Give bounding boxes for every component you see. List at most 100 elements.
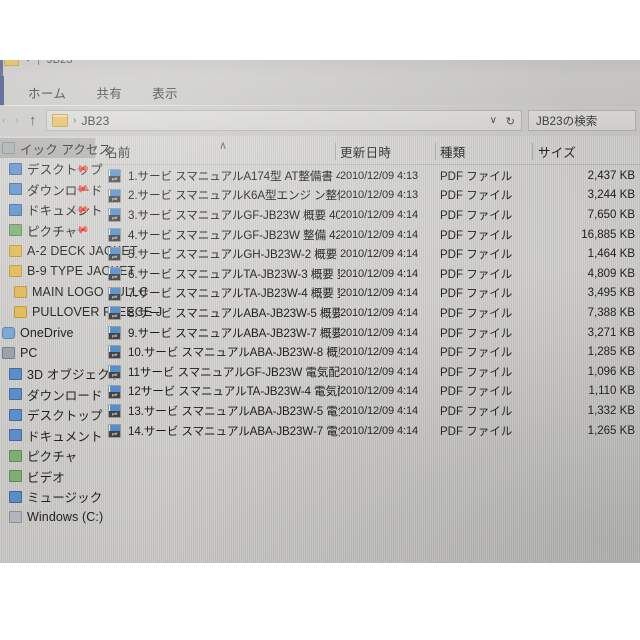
file-name[interactable]: 2.サービ スマニュアルK6A型エンジ ン整備書 44-70G1... (128, 186, 340, 206)
table-row[interactable]: pdf 1.サービ スマニュアルA174型 AT整備書 44-22G10...20… (95, 166, 640, 186)
table-row[interactable]: pdf 12サービ スマニュアルTA-JB23W-4 電気配線図集 ...2010… (95, 382, 640, 402)
refresh-icon[interactable]: ↻ (506, 115, 515, 128)
file-size: 1,464 KB (587, 248, 635, 261)
sidebar-item-11[interactable]: 3D オブジェクト (0, 364, 122, 384)
sidebar-item-7[interactable]: MAIN LOGO PULLC (0, 282, 148, 302)
table-row[interactable]: pdf 11サービ スマニュアルGF-JB23W 電気配線図集 43...2010… (95, 362, 640, 382)
file-list[interactable]: pdf 1.サービ スマニュアルA174型 AT整備書 44-22G10... 20… (95, 166, 640, 496)
file-name[interactable]: 10.サービ スマニュアルABA-JB23W-8 概要 整備 追... (128, 342, 340, 362)
downloads-icon (9, 183, 22, 195)
file-type: PDF ファイル (440, 307, 513, 320)
file-name[interactable]: 7.サービ スマニュアルTA-JB23W-4 概要 整備 追補... (128, 284, 340, 304)
file-name[interactable]: 4.サービ スマニュアルGF-JB23W 整備 42-81AH0.p (128, 225, 340, 245)
forward-button[interactable]: › (15, 115, 19, 127)
file-name[interactable]: 9.サービ スマニュアルABA-JB23W-7 概要 整備 追... (128, 323, 340, 343)
sidebar-item-label: ピクチャ (27, 450, 78, 464)
file-type: PDF ファイル (440, 170, 513, 183)
search-input[interactable]: JB23の検索 (528, 110, 636, 131)
tab-view[interactable]: 表示 (138, 80, 194, 105)
file-size: 1,332 KB (587, 404, 635, 417)
back-button[interactable]: ‹ (2, 115, 6, 127)
table-row[interactable]: pdf 3.サービ スマニュアルGF-JB23W 概要 40-81AH0.p201… (95, 205, 640, 225)
sidebar-item-10[interactable]: PC (0, 343, 95, 363)
table-row[interactable]: pdf 2.サービ スマニュアルK6A型エンジ ン整備書 44-70G1...20… (95, 186, 640, 206)
pdf-file-icon: pdf (108, 267, 121, 281)
breadcrumb[interactable]: JB23 (81, 114, 109, 128)
sidebar-item-12[interactable]: ダウンロード (0, 384, 103, 404)
sidebar-item-label: ダウンロード (27, 183, 103, 198)
file-type: PDF ファイル (440, 425, 513, 438)
navigation-pane[interactable]: イック アクセスデスクトップ 📌 ダウンロード 📌 ドキュメント 📌 ピクチャ 📌 A-2 DE… (0, 138, 162, 563)
column-header-date[interactable]: 更新日時 (340, 138, 391, 164)
file-size: 4,809 KB (587, 267, 635, 280)
table-row[interactable]: pdf 6.サービ スマニュアルTA-JB23W-3 概要 整備 追補...201… (95, 264, 640, 284)
breadcrumb-separator-icon: › (73, 115, 77, 126)
sidebar-item-9[interactable]: OneDrive (0, 323, 95, 343)
sidebar-item-16[interactable]: ビデオ (0, 466, 95, 486)
sidebar-item-2[interactable]: ダウンロード 📌 (0, 179, 103, 199)
file-type: PDF ファイル (440, 366, 513, 379)
tab-home[interactable]: ホーム (14, 80, 82, 105)
table-row[interactable]: pdf 9.サービ スマニュアルABA-JB23W-7 概要 整備 追...201… (95, 323, 640, 343)
sidebar-item-14[interactable]: ドキュメント (0, 425, 103, 445)
sidebar-item-8[interactable]: PULLOVER FLEECE J (0, 302, 162, 322)
table-row[interactable]: pdf 13.サービ スマニュアルABA-JB23W-5 電気配線図...2010… (95, 401, 640, 421)
file-name[interactable]: 6.サービ スマニュアルTA-JB23W-3 概要 整備 追補... (128, 264, 340, 284)
table-row[interactable]: pdf 14.サービ スマニュアルABA-JB23W-7 電気配線図...2010… (95, 421, 640, 441)
sidebar-item-6[interactable]: B-9 TYPE JACKET (0, 261, 135, 281)
sidebar-item-15[interactable]: ピクチャ (0, 446, 95, 466)
pdf-file-icon: pdf (108, 188, 121, 203)
quick-access-toolbar[interactable]: ▾ | JB23 (0, 60, 640, 76)
table-row[interactable]: pdf 4.サービ スマニュアルGF-JB23W 整備 42-81AH0.p201… (95, 225, 640, 245)
ribbon-tab-bar[interactable]: ホーム 共有 表示 (0, 76, 640, 106)
sidebar-item-3[interactable]: ドキュメント 📌 (0, 200, 103, 220)
file-name[interactable]: 12サービ スマニュアルTA-JB23W-4 電気配線図集 ... (128, 382, 340, 402)
tab-share[interactable]: 共有 (82, 80, 138, 105)
table-row[interactable]: pdf 7.サービ スマニュアルTA-JB23W-4 概要 整備 追補...201… (95, 284, 640, 304)
sidebar-item-label: イック アクセス (20, 142, 112, 157)
pdf-file-icon: pdf (108, 325, 121, 340)
table-row[interactable]: pdf 8.サービ スマニュアルABA-JB23W-5 概要 整備 追...201… (95, 303, 640, 323)
file-modified-date: 2010/12/09 4:14 (340, 228, 419, 241)
sidebar-item-label: ミュージック (27, 491, 103, 505)
file-modified-date: 2010/12/09 4:14 (340, 424, 419, 437)
folder-icon (4, 60, 19, 66)
pdf-file-icon: pdf (108, 404, 121, 419)
sidebar-item-1[interactable]: デスクトップ 📌 (0, 159, 103, 179)
file-size: 2,437 KB (587, 169, 635, 182)
file-type: PDF ファイル (440, 229, 513, 242)
star-icon (2, 142, 15, 154)
file-modified-date: 2010/12/09 4:14 (340, 365, 419, 378)
file-name[interactable]: 8.サービ スマニュアルABA-JB23W-5 概要 整備 追... (128, 303, 340, 323)
address-input[interactable]: › JB23 ∨ ↻ (46, 110, 522, 131)
documents-icon (9, 203, 22, 216)
column-header-size[interactable]: サイズ (538, 138, 576, 164)
sort-ascending-icon: ∧ (219, 140, 228, 152)
file-modified-date: 2010/12/09 4:14 (340, 385, 419, 398)
sidebar-item-label: ダウンロード (27, 388, 103, 403)
file-modified-date: 2010/12/09 4:14 (340, 326, 419, 339)
sidebar-item-5[interactable]: A-2 DECK JACKET (0, 241, 137, 261)
file-name[interactable]: 11サービ スマニュアルGF-JB23W 電気配線図集 43... (128, 362, 340, 382)
sidebar-item-18[interactable]: Windows (C:) (0, 507, 103, 527)
chevron-down-icon[interactable]: ▾ (26, 60, 31, 65)
file-name[interactable]: 1.サービ スマニュアルA174型 AT整備書 44-22G10... (128, 166, 340, 186)
up-button[interactable]: ↑ (29, 111, 37, 130)
file-size: 7,388 KB (587, 306, 635, 319)
file-name[interactable]: 3.サービ スマニュアルGF-JB23W 概要 40-81AH0.p (128, 205, 340, 225)
sidebar-item-label: ドキュメント (27, 429, 103, 444)
file-name[interactable]: 13.サービ スマニュアルABA-JB23W-5 電気配線図... (128, 401, 340, 421)
sidebar-item-13[interactable]: デスクトップ (0, 405, 103, 425)
table-row[interactable]: pdf 5.サービ スマニュアルGH-JB23W-2 概要 整備 追...2010… (95, 244, 640, 264)
column-header-row[interactable]: 名前 ∧ 更新日時 種類 サイズ (95, 138, 640, 164)
sidebar-item-17[interactable]: ミュージック (0, 487, 102, 507)
chevron-down-icon[interactable]: ∨ (490, 115, 497, 126)
file-name[interactable]: 14.サービ スマニュアルABA-JB23W-7 電気配線図... (128, 421, 340, 441)
pictures-icon (9, 224, 22, 236)
column-header-type[interactable]: 種類 (440, 138, 466, 164)
file-name[interactable]: 5.サービ スマニュアルGH-JB23W-2 概要 整備 追... (128, 244, 340, 264)
divider-icon: | (38, 60, 40, 65)
sidebar-item-4[interactable]: ピクチャ 📌 (0, 220, 95, 240)
sidebar-item-0[interactable]: イック アクセス (0, 138, 111, 158)
table-row[interactable]: pdf 10.サービ スマニュアルABA-JB23W-8 概要 整備 追...20… (95, 342, 640, 362)
